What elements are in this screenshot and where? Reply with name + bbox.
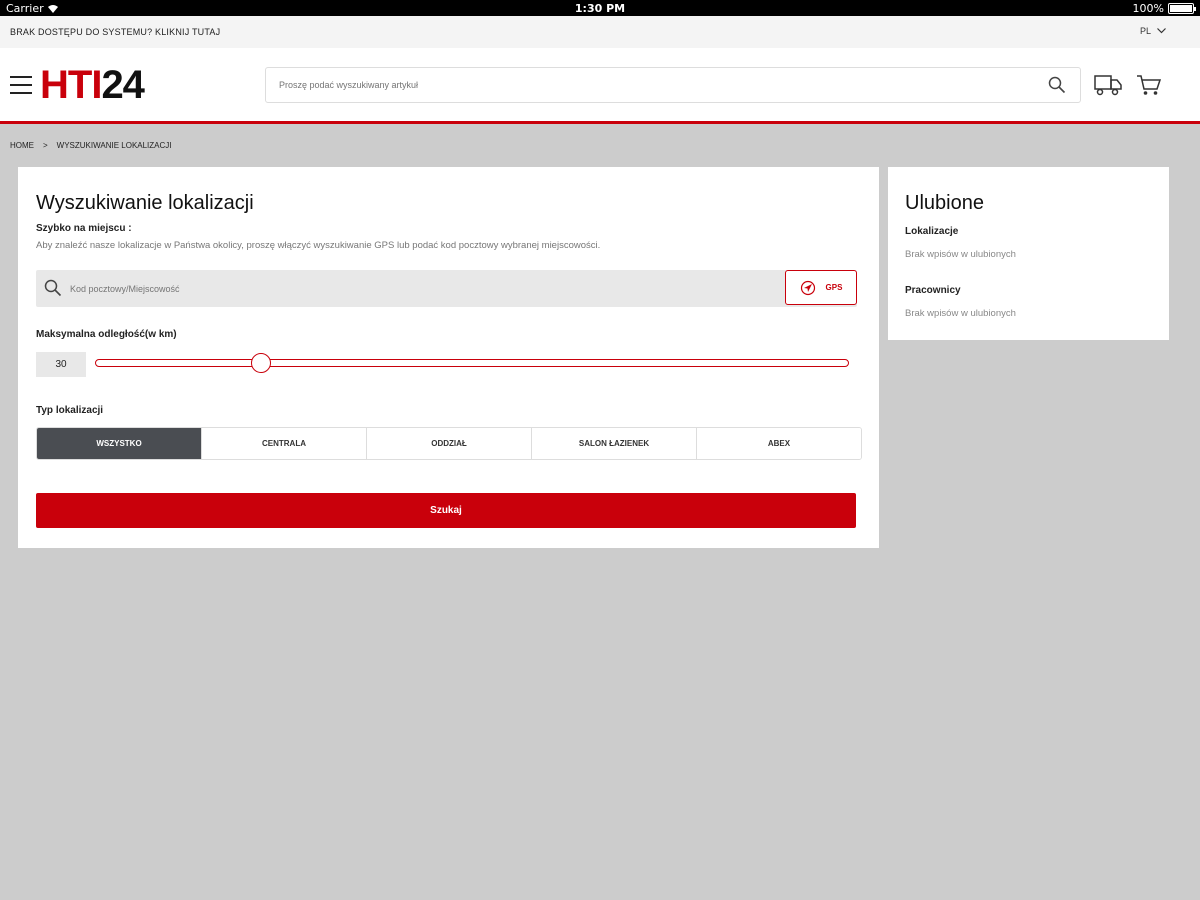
logo-text-black: 24 [101,63,144,107]
distance-label: Maksymalna odległość(w km) [36,329,177,340]
site-header: HTI24 [0,48,1200,124]
article-search-input[interactable] [266,68,1026,102]
breadcrumb-separator: > [43,141,48,150]
chevron-down-icon [1157,28,1166,34]
type-option-bathroom-showroom[interactable]: SALON ŁAZIENEK [531,428,696,459]
favourites-title: Ulubione [905,192,984,214]
language-label: PL [1139,26,1151,36]
type-option-branch[interactable]: ODDZIAŁ [366,428,531,459]
quick-help-text: Aby znaleźć nasze lokalizacje w Państwa … [36,240,601,251]
cart-icon[interactable] [1136,74,1162,96]
battery-icon [1168,3,1196,14]
article-search-box [265,67,1081,103]
location-type-selector: WSZYSTKO CENTRALA ODDZIAŁ SALON ŁAZIENEK… [36,427,862,460]
clock: 1:30 PM [574,2,626,15]
logo-text-red: HTI [40,63,102,107]
gps-icon [800,280,815,295]
location-search-row: GPS [36,270,857,307]
logo[interactable]: HTI24 [40,63,145,107]
search-icon[interactable] [1048,76,1066,94]
distance-value[interactable]: 30 [36,352,86,377]
breadcrumb-current: WYSZUKIWANIE LOKALIZACJI [56,141,172,150]
breadcrumb-home[interactable]: HOME [10,141,34,150]
type-option-all[interactable]: WSZYSTKO [37,428,201,459]
postal-code-input[interactable] [70,270,770,307]
distance-slider-track[interactable] [95,359,849,367]
search-button[interactable]: Szukaj [36,493,856,528]
battery-indicator: 100% [1132,2,1196,15]
favourite-locations-title: Lokalizacje [905,226,959,237]
breadcrumb: HOME > WYSZUKIWANIE LOKALIZACJI [10,141,172,150]
gps-label: GPS [825,283,843,292]
distance-slider-handle[interactable] [250,353,271,373]
location-search-card: Wyszukiwanie lokalizacji Szybko na miejs… [18,167,879,548]
truck-icon[interactable] [1094,74,1122,96]
language-selector[interactable]: PL [1140,26,1166,36]
type-option-abex[interactable]: ABEX [696,428,861,459]
gps-button[interactable]: GPS [785,270,857,305]
quick-label: Szybko na miejscu : [36,223,132,234]
page-title: Wyszukiwanie lokalizacji [36,192,254,214]
favourite-locations-empty: Brak wpisów w ulubionych [905,249,1016,260]
menu-icon[interactable] [10,76,32,94]
type-option-headquarters[interactable]: CENTRALA [201,428,366,459]
battery-percent: 100% [1132,2,1164,15]
location-type-label: Typ lokalizacji [36,405,104,416]
system-access-link[interactable]: BRAK DOSTĘPU DO SYSTEMU? KLIKNIJ TUTAJ [10,27,220,37]
info-bar: BRAK DOSTĘPU DO SYSTEMU? KLIKNIJ TUTAJ P… [0,16,1200,48]
favourites-card: Ulubione Lokalizacje Brak wpisów w ulubi… [888,167,1169,340]
status-bar: Carrier 1:30 PM 100% [0,0,1200,16]
search-icon [44,279,62,297]
favourite-employees-empty: Brak wpisów w ulubionych [905,308,1016,319]
favourite-employees-title: Pracownicy [905,285,961,296]
